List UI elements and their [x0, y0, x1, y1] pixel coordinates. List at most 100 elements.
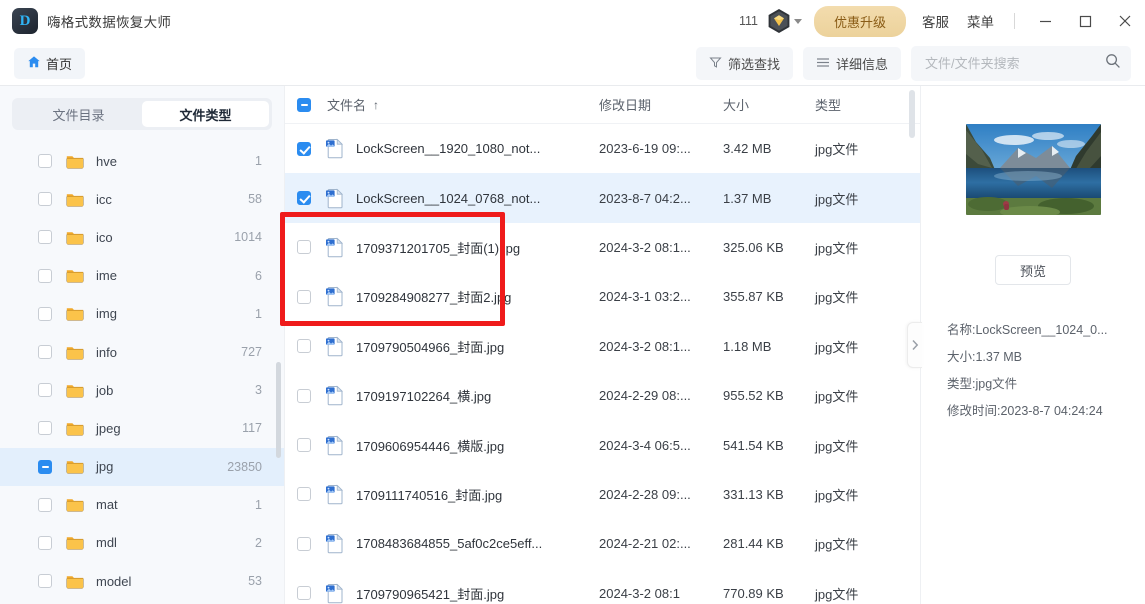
column-header-size[interactable]: 大小	[723, 95, 815, 114]
table-row[interactable]: LockScreen__1920_1080_not... 2023-6-19 09…	[285, 124, 920, 173]
sidebar-item-checkbox[interactable]	[38, 574, 52, 589]
sidebar-item-info[interactable]: info 727	[0, 333, 284, 371]
file-type: jpg文件	[815, 438, 859, 454]
jpg-file-icon	[325, 385, 345, 406]
jpg-file-icon	[325, 435, 345, 456]
sidebar-item-hve[interactable]: hve 1	[0, 142, 284, 180]
sidebar-item-checkbox[interactable]	[38, 383, 52, 398]
sidebar-item-label: hve	[96, 153, 117, 169]
column-header-date[interactable]: 修改日期	[599, 95, 723, 114]
search-icon[interactable]	[1105, 53, 1121, 74]
row-checkbox[interactable]	[297, 388, 311, 403]
sidebar-item-label: icc	[96, 191, 112, 207]
sidebar-item-checkbox[interactable]	[38, 345, 52, 360]
sidebar-item-ime[interactable]: ime 6	[0, 257, 284, 295]
row-checkbox[interactable]	[297, 487, 311, 502]
collapse-preview-button[interactable]	[907, 322, 922, 368]
folder-icon	[66, 497, 84, 512]
table-row[interactable]: 1709284908277_封面2.jpg 2024-3-1 03:2... 355…	[285, 272, 920, 321]
column-header-type[interactable]: 类型	[815, 95, 920, 114]
titlebar-divider	[1014, 13, 1015, 29]
sidebar-item-jpg[interactable]: jpg 23850	[0, 447, 284, 486]
search-input[interactable]	[925, 56, 1105, 71]
file-modified-date: 2024-2-29 08:...	[599, 388, 691, 404]
sidebar-item-mdl[interactable]: mdl 2	[0, 524, 284, 562]
table-row[interactable]: LockScreen__1024_0768_not... 2023-8-7 04:…	[285, 173, 920, 223]
sidebar-scrollbar-thumb[interactable]	[276, 362, 281, 458]
sort-ascending-icon[interactable]: ↑	[373, 98, 379, 112]
row-checkbox[interactable]	[297, 289, 311, 304]
upgrade-button[interactable]: 优惠升级	[813, 5, 906, 37]
sidebar-item-checkbox[interactable]	[38, 154, 52, 169]
jpg-file-icon	[325, 484, 345, 505]
row-checkbox[interactable]	[297, 339, 311, 354]
row-checkbox[interactable]	[297, 438, 311, 453]
row-checkbox[interactable]	[297, 191, 311, 206]
select-all-checkbox[interactable]	[297, 97, 311, 112]
table-row[interactable]: 1709111740516_封面.jpg 2024-2-28 09:... 331.…	[285, 470, 920, 519]
sidebar-item-count: 53	[248, 574, 262, 589]
file-modified-date: 2024-2-28 09:...	[599, 486, 691, 502]
home-tab[interactable]: 首页	[14, 48, 86, 79]
table-row[interactable]: 1709371201705_封面(1).jpg 2024-3-2 08:1... 3…	[285, 223, 920, 272]
file-size: 3.42 MB	[723, 141, 772, 157]
file-type: jpg文件	[815, 290, 859, 306]
table-row[interactable]: 1709606954446_横版.jpg 2024-3-4 06:5... 541.…	[285, 420, 920, 469]
file-size: 1.37 MB	[723, 190, 772, 206]
sidebar-item-count: 6	[255, 268, 262, 283]
sidebar-item-icc[interactable]: icc 58	[0, 180, 284, 218]
filter-search-button[interactable]: 筛选查找	[695, 47, 793, 80]
sidebar-item-ico[interactable]: ico 1014	[0, 218, 284, 256]
search-box[interactable]	[911, 46, 1131, 81]
file-name: 1709790965421_封面.jpg	[356, 586, 505, 602]
row-checkbox[interactable]	[297, 536, 311, 551]
row-checkbox[interactable]	[297, 141, 311, 156]
sidebar-item-label: mdl	[96, 535, 117, 551]
table-row[interactable]: 1709197102264_横.jpg 2024-2-29 08:... 955.5…	[285, 371, 920, 420]
maximize-button[interactable]	[1065, 0, 1105, 42]
sidebar-item-checkbox[interactable]	[38, 459, 52, 474]
sidebar-item-checkbox[interactable]	[38, 497, 52, 512]
sidebar-item-checkbox[interactable]	[38, 535, 52, 550]
preview-metadata: 名称:LockScreen__1024_0... 大小:1.37 MB 类型:jpg…	[921, 317, 1145, 425]
gem-menu[interactable]	[767, 8, 802, 35]
folder-icon	[66, 306, 84, 321]
tab-file-directory[interactable]: 文件目录	[15, 101, 142, 127]
sidebar-item-checkbox[interactable]	[38, 268, 52, 283]
row-checkbox[interactable]	[297, 240, 311, 255]
column-header-name[interactable]: 文件名 ↑	[297, 95, 599, 114]
minimize-button[interactable]	[1025, 0, 1065, 42]
sidebar-item-checkbox[interactable]	[38, 230, 52, 245]
preview-button[interactable]: 预览	[995, 255, 1071, 285]
preview-meta-line: 修改时间:2023-8-7 04:24:24	[947, 404, 1103, 418]
sidebar-item-checkbox[interactable]	[38, 192, 52, 207]
sidebar-item-job[interactable]: job 3	[0, 371, 284, 409]
sidebar-item-count: 3	[255, 383, 262, 398]
funnel-icon	[709, 56, 722, 72]
sidebar-item-jpeg[interactable]: jpeg 117	[0, 409, 284, 447]
file-type: jpg文件	[815, 487, 859, 503]
file-modified-date: 2024-3-2 08:1...	[599, 338, 691, 354]
customer-service-link[interactable]: 客服	[922, 11, 949, 31]
menu-link[interactable]: 菜单	[967, 11, 994, 31]
sidebar-item-label: ico	[96, 229, 113, 245]
row-checkbox[interactable]	[297, 586, 311, 601]
details-button[interactable]: 详细信息	[802, 47, 901, 80]
table-row[interactable]: 1708483684855_5af0c2ce5eff... 2024-2-21 0…	[285, 519, 920, 568]
table-row[interactable]: 1709790965421_封面.jpg 2024-3-2 08:1 770.89 …	[285, 569, 920, 604]
sidebar-item-mat[interactable]: mat 1	[0, 486, 284, 524]
sidebar-item-img[interactable]: img 1	[0, 295, 284, 333]
close-button[interactable]	[1105, 0, 1145, 42]
folder-icon	[66, 574, 84, 589]
sidebar-item-checkbox[interactable]	[38, 421, 52, 436]
table-row[interactable]: 1709790504966_封面.jpg 2024-3-2 08:1... 1.18…	[285, 322, 920, 371]
folder-icon	[66, 230, 84, 245]
tab-file-type[interactable]: 文件类型	[142, 101, 269, 127]
file-type: jpg文件	[815, 142, 859, 158]
home-tab-label: 首页	[46, 57, 73, 72]
sidebar-item-model[interactable]: model 53	[0, 562, 284, 600]
table-header-row: 文件名 ↑ 修改日期 大小 类型	[285, 86, 920, 124]
table-scrollbar-thumb[interactable]	[909, 90, 915, 138]
sidebar-item-checkbox[interactable]	[38, 306, 52, 321]
file-size: 281.44 KB	[723, 536, 784, 552]
